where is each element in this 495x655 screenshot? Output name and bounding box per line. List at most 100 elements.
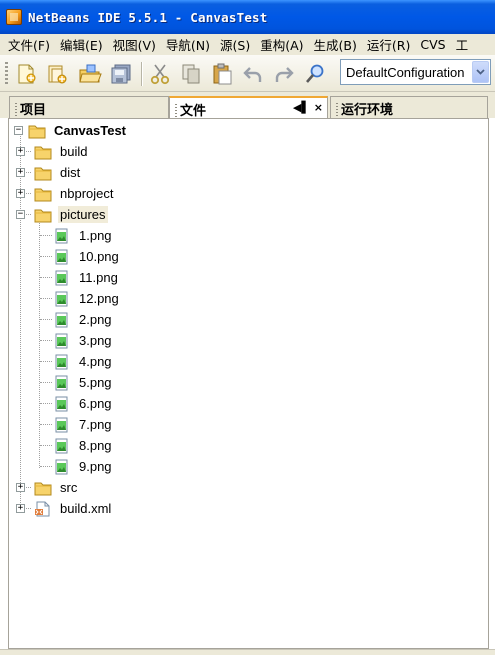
png-file-icon: [55, 354, 68, 369]
paste-icon[interactable]: [210, 62, 234, 86]
tree-file-row[interactable]: 10.png: [53, 246, 121, 267]
open-project-icon[interactable]: [78, 62, 102, 86]
tab-grip-icon: [15, 103, 17, 116]
collapse-icon[interactable]: −: [16, 210, 25, 219]
copy-icon[interactable]: [179, 62, 203, 86]
tree-item-label: 7.png: [79, 417, 112, 432]
menu-file[interactable]: 文件(F): [8, 35, 50, 54]
tree-item-label: build.xml: [60, 501, 112, 516]
tree-connector: [40, 403, 52, 404]
tree-connector: [40, 319, 52, 320]
expand-icon[interactable]: +: [16, 504, 25, 513]
expand-icon[interactable]: +: [16, 483, 25, 492]
tree-root-label: CanvasTest: [54, 123, 127, 138]
tree-root[interactable]: − CanvasTest: [14, 120, 128, 141]
tree-folder-row[interactable]: + src: [16, 477, 79, 498]
tree-file-row[interactable]: 6.png: [53, 393, 114, 414]
menu-build[interactable]: 生成(B): [314, 35, 357, 54]
redo-icon[interactable]: [272, 62, 296, 86]
tree-item-label: 2.png: [79, 312, 112, 327]
title-bar[interactable]: NetBeans IDE 5.5.1 - CanvasTest: [0, 0, 495, 34]
png-file-icon: [55, 459, 68, 474]
minimize-icon[interactable]: ◀▌: [293, 101, 310, 114]
toolbar-separator: [141, 62, 142, 86]
save-all-icon[interactable]: [109, 62, 133, 86]
configuration-dropdown[interactable]: DefaultConfiguration: [340, 59, 491, 85]
tree-folder-row[interactable]: − pictures: [16, 204, 108, 225]
tab-files[interactable]: 文件 ◀▌ ×: [169, 96, 328, 119]
menu-bar: 文件(F) 编辑(E) 视图(V) 导航(N) 源(S) 重构(A) 生成(B)…: [0, 34, 495, 55]
tab-runtime-label: 运行环境: [341, 103, 394, 118]
toolbar-grip[interactable]: [5, 62, 8, 86]
tree-connector: [40, 445, 52, 446]
folder-icon: [34, 167, 52, 180]
tree-file-row[interactable]: 1.png: [53, 225, 114, 246]
tab-projects[interactable]: 项目: [9, 96, 169, 118]
tab-runtime[interactable]: 运行环境: [330, 96, 488, 118]
new-project-icon[interactable]: [45, 62, 69, 86]
tree-item-label: 1.png: [79, 228, 112, 243]
close-icon[interactable]: ×: [314, 101, 323, 114]
tree-file-row[interactable]: 8.png: [53, 435, 114, 456]
tree-item-label: 12.png: [79, 291, 119, 306]
tree-file-row[interactable]: 5.png: [53, 372, 114, 393]
new-file-icon[interactable]: [14, 62, 38, 86]
tree-file-row[interactable]: 7.png: [53, 414, 114, 435]
expand-icon[interactable]: +: [16, 147, 25, 156]
png-file-icon: [55, 417, 68, 432]
file-tree: − CanvasTest + build + dist + nbproject − pictu…: [9, 119, 488, 648]
tree-folder-row[interactable]: + build: [16, 141, 89, 162]
cut-icon[interactable]: [148, 62, 172, 86]
tree-connector: [40, 235, 52, 236]
tree-file-row[interactable]: 9.png: [53, 456, 114, 477]
menu-run[interactable]: 运行(R): [367, 35, 410, 54]
folder-icon: [34, 209, 52, 222]
tree-item-label: dist: [60, 165, 81, 180]
tree-folder-row[interactable]: + dist: [16, 162, 82, 183]
configuration-value: DefaultConfiguration: [346, 64, 465, 80]
png-file-icon: [55, 291, 68, 306]
tree-file-row[interactable]: 3.png: [53, 330, 114, 351]
tree-file-row[interactable]: 4.png: [53, 351, 114, 372]
tree-connector: [40, 424, 52, 425]
tree-item-label: 11.png: [79, 270, 118, 285]
tree-connector: [40, 340, 52, 341]
tab-projects-label: 项目: [20, 103, 47, 118]
window-title: NetBeans IDE 5.5.1 - CanvasTest: [28, 9, 268, 25]
menu-tools[interactable]: 工: [456, 35, 469, 54]
png-file-icon: [55, 375, 68, 390]
tree-item-label: nbproject: [60, 186, 114, 201]
tree-item-label: 6.png: [79, 396, 112, 411]
png-file-icon: [55, 228, 68, 243]
project-folder-icon: [28, 125, 46, 138]
png-file-icon: [55, 333, 68, 348]
menu-cvs[interactable]: CVS: [420, 37, 445, 52]
tree-item-label: 4.png: [79, 354, 112, 369]
menu-view[interactable]: 视图(V): [113, 35, 156, 54]
folder-icon: [34, 146, 52, 159]
menu-edit[interactable]: 编辑(E): [60, 35, 103, 54]
tree-file-row[interactable]: 11.png: [53, 267, 120, 288]
expand-icon[interactable]: +: [16, 189, 25, 198]
find-icon[interactable]: [303, 62, 327, 86]
undo-icon[interactable]: [241, 62, 265, 86]
tree-connector: [39, 220, 40, 468]
tree-connector: [40, 256, 52, 257]
chevron-down-icon[interactable]: [472, 61, 489, 83]
tab-grip-icon: [336, 103, 338, 116]
tree-file-row[interactable]: 12.png: [53, 288, 121, 309]
menu-source[interactable]: 源(S): [220, 35, 250, 54]
png-file-icon: [55, 396, 68, 411]
menu-navigate[interactable]: 导航(N): [166, 35, 210, 54]
expand-icon[interactable]: +: [16, 168, 25, 177]
netbeans-logo-icon: [6, 9, 22, 25]
png-file-icon: [55, 270, 68, 285]
tree-folder-row[interactable]: + nbproject: [16, 183, 115, 204]
tree-connector: [40, 277, 52, 278]
collapse-icon[interactable]: −: [14, 126, 23, 135]
menu-refactor[interactable]: 重构(A): [260, 35, 303, 54]
tree-item-label: 3.png: [79, 333, 112, 348]
tree-file-row[interactable]: + build.xml: [16, 498, 113, 519]
tree-file-row[interactable]: 2.png: [53, 309, 114, 330]
xml-file-icon: [35, 501, 50, 516]
